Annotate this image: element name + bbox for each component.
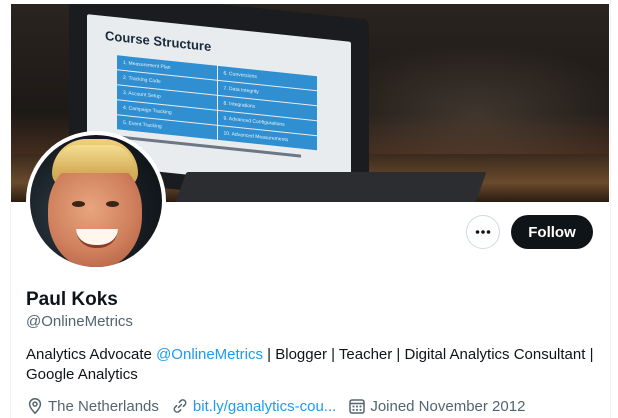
avatar-face: [48, 159, 142, 267]
bio-text: Analytics Advocate: [26, 346, 157, 363]
bio-mention-link[interactable]: @OnlineMetrics: [156, 346, 263, 363]
avatar-eye-right: [106, 201, 119, 207]
calendar-icon: [348, 397, 366, 415]
page-edge: [0, 0, 10, 418]
avatar[interactable]: [26, 131, 166, 271]
column-divider: [610, 0, 611, 418]
more-icon: [475, 230, 491, 234]
profile-bio: Analytics Advocate @OnlineMetrics | Blog…: [26, 345, 606, 385]
profile-location-text: The Netherlands: [48, 397, 159, 415]
column-divider-left: [10, 204, 11, 418]
more-button[interactable]: [466, 215, 500, 249]
avatar-eye-left: [72, 201, 85, 207]
profile-joined-text: Joined November 2012: [370, 397, 526, 415]
location-icon: [26, 397, 44, 415]
follow-button[interactable]: Follow: [511, 215, 593, 249]
banner-slide-title: Course Structure: [105, 28, 212, 55]
banner-laptop-keyboard: [175, 172, 487, 202]
profile-website-link[interactable]: bit.ly/ganalytics-cou...: [193, 398, 336, 415]
profile-name: Paul Koks: [26, 289, 118, 310]
avatar-hair-top: [54, 145, 134, 173]
link-icon: [171, 397, 189, 415]
profile-handle: @OnlineMetrics: [26, 313, 133, 330]
profile-joined: Joined November 2012: [348, 397, 525, 415]
profile-meta: The Netherlands bit.ly/ganalytics-cou...: [26, 396, 537, 416]
profile-location: The Netherlands: [26, 397, 159, 415]
profile-website[interactable]: bit.ly/ganalytics-cou...: [171, 397, 336, 415]
